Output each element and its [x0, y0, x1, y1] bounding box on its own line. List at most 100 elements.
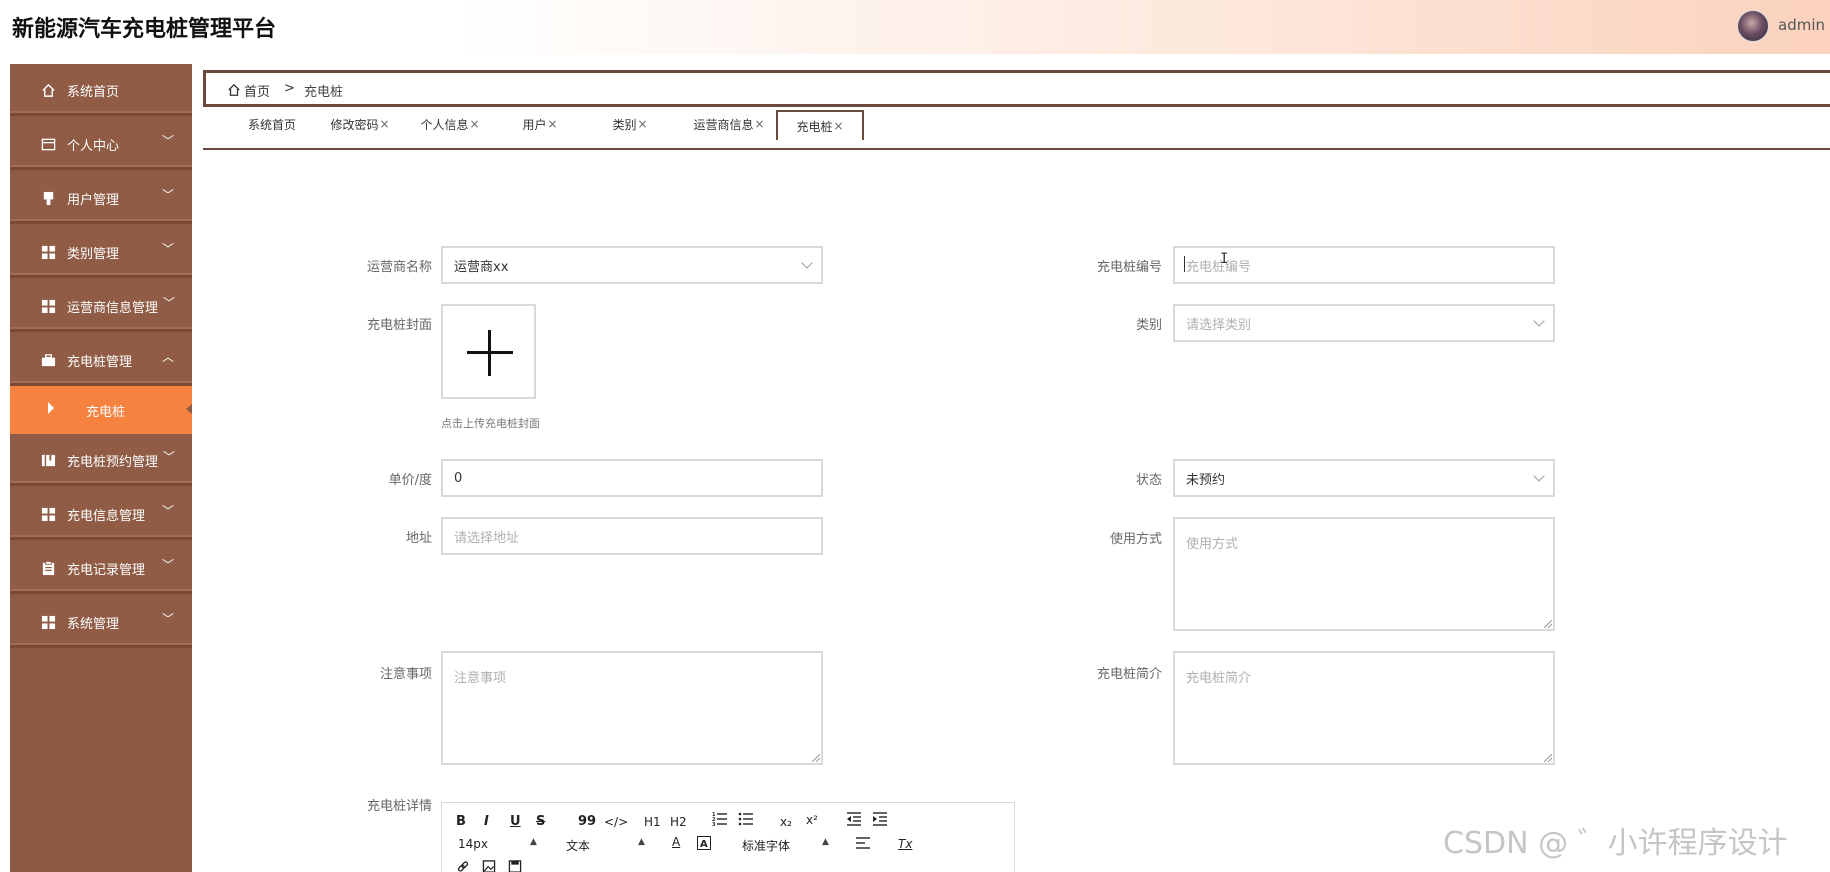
usage-label: 使用方式 — [1109, 532, 1162, 547]
watermark: CSDN @ ゛小许程序设计 — [1443, 826, 1788, 861]
sidebar-item-system-management[interactable]: 系统管理 ﹀ — [10, 596, 192, 648]
intro-textarea[interactable]: 充电桩简介 — [1173, 651, 1555, 765]
status-label: 状态 — [1135, 473, 1162, 488]
notes-textarea[interactable]: 注意事项 — [441, 651, 823, 765]
blockquote-button[interactable]: 99 — [578, 814, 596, 829]
sidebar-item-label: 充电桩预约管理 — [67, 455, 159, 470]
breadcrumb-current: 充电桩 — [304, 85, 344, 100]
breadcrumb-separator: > — [284, 81, 295, 96]
top-header: 新能源汽车充电桩管理平台 admin — [0, 0, 1830, 54]
ordered-list-icon[interactable]: 123 — [712, 811, 728, 831]
close-icon[interactable]: × — [833, 119, 843, 133]
category-select[interactable]: 请选择类别 — [1173, 304, 1555, 342]
indent-icon[interactable] — [872, 811, 888, 831]
sidebar-item-user-management[interactable]: 用户管理 ﹀ — [10, 172, 192, 224]
align-icon[interactable] — [856, 836, 870, 854]
font-size-select[interactable]: 14px — [458, 837, 488, 851]
usage-textarea[interactable]: 使用方式 — [1173, 517, 1555, 631]
tab-system-home[interactable]: 系统首页 — [235, 110, 309, 138]
italic-button[interactable]: I — [484, 814, 489, 829]
category-label: 类别 — [1135, 318, 1162, 333]
details-editor[interactable]: B I U S 99 </> H1 H2 123 x₂ x² 14px ▲ 文本… — [441, 802, 1015, 872]
home-icon[interactable] — [227, 82, 241, 96]
superscript-button[interactable]: x² — [806, 813, 818, 827]
briefcase-icon — [40, 352, 56, 368]
cover-upload-button[interactable] — [441, 304, 536, 399]
close-icon[interactable]: × — [469, 117, 479, 131]
breadcrumb-home-link[interactable]: 首页 — [244, 81, 270, 100]
pile-number-label: 充电桩编号 — [1096, 260, 1162, 275]
link-icon[interactable] — [456, 860, 470, 872]
code-button[interactable]: </> — [604, 815, 628, 829]
tab-change-password[interactable]: 修改密码 × — [323, 110, 397, 138]
user-avatar[interactable] — [1737, 10, 1769, 42]
close-icon[interactable]: × — [379, 117, 389, 131]
h1-button[interactable]: H1 — [644, 815, 661, 829]
bullet-list-icon[interactable] — [738, 811, 754, 831]
status-select[interactable]: 未预约 — [1173, 459, 1555, 497]
sidebar-item-personal-center[interactable]: 个人中心 ﹀ — [10, 118, 192, 170]
close-icon[interactable]: × — [754, 117, 764, 131]
resize-handle[interactable] — [1544, 754, 1552, 762]
underline-button[interactable]: U — [510, 814, 521, 829]
chevron-down-icon: ﹀ — [162, 188, 175, 202]
sidebar-item-charging-record-management[interactable]: 充电记录管理 ﹀ — [10, 542, 192, 594]
strike-button[interactable]: S — [536, 814, 545, 829]
sidebar-item-reservation-management[interactable]: 充电桩预约管理 ﹀ — [10, 434, 192, 486]
unit-price-input[interactable]: 0 — [441, 459, 823, 497]
chevron-down-icon: ﹀ — [162, 134, 175, 148]
tab-personal-info[interactable]: 个人信息 × — [413, 110, 487, 138]
sidebar-item-label: 充电信息管理 — [67, 509, 146, 524]
sidebar-item-operator-management[interactable]: 运营商信息管理 ﹀ — [10, 280, 192, 332]
sidebar-item-category-management[interactable]: 类别管理 ﹀ — [10, 226, 192, 278]
cover-label: 充电桩封面 — [366, 318, 432, 333]
chevron-down-icon: ﹀ — [163, 450, 176, 464]
svg-text:A: A — [700, 839, 708, 850]
sidebar-item-pile-management[interactable]: 充电桩管理 ︿ — [10, 334, 192, 386]
subscript-button[interactable]: x₂ — [780, 815, 792, 829]
select-arrow-icon: ▲ — [822, 837, 829, 847]
pile-number-input[interactable]: 充电桩编号 — [1173, 246, 1555, 284]
tab-user[interactable]: 用户 × — [503, 110, 577, 138]
image-icon[interactable] — [482, 860, 496, 872]
address-input[interactable]: 请选择地址 — [441, 517, 823, 555]
clear-format-button[interactable]: Tx — [898, 837, 912, 851]
h2-button[interactable]: H2 — [670, 815, 687, 829]
chevron-down-icon — [1533, 315, 1545, 327]
bold-button[interactable]: B — [456, 814, 466, 829]
grid-icon — [40, 506, 56, 522]
close-icon[interactable]: × — [637, 117, 647, 131]
operator-name-select[interactable]: 运营商xx — [441, 246, 823, 284]
close-icon[interactable]: × — [547, 117, 557, 131]
chevron-down-icon — [1533, 470, 1545, 482]
home-icon — [40, 82, 56, 98]
video-icon[interactable] — [508, 860, 522, 872]
font-family-select[interactable]: 标准字体 — [742, 837, 790, 854]
resize-handle[interactable] — [812, 754, 820, 762]
notes-label: 注意事项 — [379, 667, 432, 682]
operator-name-label: 运营商名称 — [366, 260, 432, 275]
intro-label: 充电桩简介 — [1096, 667, 1162, 682]
clipboard-icon — [40, 560, 56, 576]
sidebar-subitem-charging-pile[interactable]: 充电桩 — [10, 386, 192, 434]
grid-icon — [40, 614, 56, 630]
sidebar-item-label: 个人中心 — [67, 139, 120, 154]
address-label: 地址 — [405, 531, 432, 546]
sidebar-subitem-label: 充电桩 — [86, 405, 126, 420]
text-cursor — [1184, 256, 1185, 272]
tab-category[interactable]: 类别 × — [593, 110, 667, 138]
block-type-select[interactable]: 文本 — [566, 837, 590, 854]
user-name[interactable]: admin — [1778, 16, 1825, 34]
outdent-icon[interactable] — [846, 811, 862, 831]
font-color-button[interactable]: A — [672, 835, 680, 849]
tab-charging-pile[interactable]: 充电桩 × — [776, 110, 864, 140]
app-title: 新能源汽车充电桩管理平台 — [12, 17, 277, 42]
sidebar-item-home[interactable]: 系统首页 — [10, 64, 192, 116]
sidebar-item-label: 系统管理 — [67, 617, 120, 632]
resize-handle[interactable] — [1544, 620, 1552, 628]
details-label: 充电桩详情 — [366, 799, 432, 814]
sidebar-item-charging-info-management[interactable]: 充电信息管理 ﹀ — [10, 488, 192, 540]
chevron-down-icon — [801, 257, 813, 269]
tab-operator-info[interactable]: 运营商信息 × — [687, 110, 771, 138]
background-color-icon[interactable]: A — [697, 836, 711, 854]
